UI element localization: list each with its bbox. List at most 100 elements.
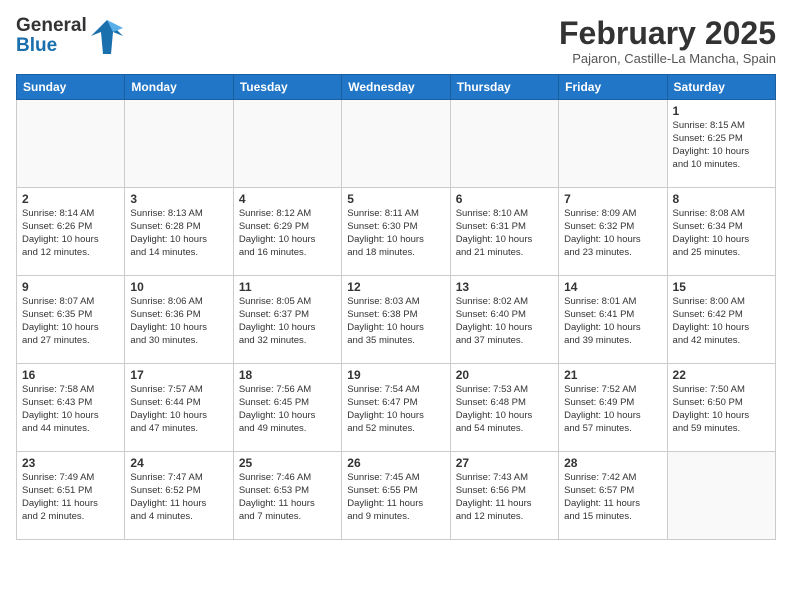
day-cell-1-2: 4 Sunrise: 8:12 AMSunset: 6:29 PMDaylight… [233,188,341,276]
day-info: Sunrise: 8:14 AMSunset: 6:26 PMDaylight:… [22,208,119,259]
day-info: Sunrise: 7:42 AMSunset: 6:57 PMDaylight:… [564,472,661,523]
col-monday: Monday [125,75,233,100]
day-number: 5 [347,192,444,206]
day-cell-1-5: 7 Sunrise: 8:09 AMSunset: 6:32 PMDaylight… [559,188,667,276]
day-number: 25 [239,456,336,470]
day-number: 27 [456,456,553,470]
day-cell-3-5: 21Sunrise: 7:52 AMSunset: 6:49 PMDayligh… [559,364,667,452]
col-thursday: Thursday [450,75,558,100]
day-number: 14 [564,280,661,294]
day-cell-0-4 [450,100,558,188]
day-number: 10 [130,280,227,294]
day-cell-0-5 [559,100,667,188]
day-cell-3-2: 18 Sunrise: 7:56 AMSunset: 6:45 PMDayligh… [233,364,341,452]
day-number: 23 [22,456,119,470]
day-info: Sunrise: 7:47 AMSunset: 6:52 PMDaylight:… [130,472,227,523]
day-info: Sunrise: 8:06 AMSunset: 6:36 PMDaylight:… [130,296,227,347]
day-number: 1 [673,104,770,118]
day-info: Sunrise: 7:43 AMSunset: 6:56 PMDaylight:… [456,472,553,523]
day-cell-0-1 [125,100,233,188]
day-cell-3-4: 20 Sunrise: 7:53 AMSunset: 6:48 PMDayligh… [450,364,558,452]
day-cell-2-5: 14 Sunrise: 8:01 AMSunset: 6:41 PMDayligh… [559,276,667,364]
day-info: Sunrise: 8:02 AMSunset: 6:40 PMDaylight:… [456,296,553,347]
day-cell-0-2 [233,100,341,188]
day-number: 2 [22,192,119,206]
day-info: Sunrise: 8:01 AMSunset: 6:41 PMDaylight:… [564,296,661,347]
day-number: 9 [22,280,119,294]
day-info: Sunrise: 7:45 AMSunset: 6:55 PMDaylight:… [347,472,444,523]
day-info: Sunrise: 7:54 AMSunset: 6:47 PMDaylight:… [347,384,444,435]
week-row-3: 16 Sunrise: 7:58 AMSunset: 6:43 PMDayligh… [17,364,776,452]
day-number: 7 [564,192,661,206]
col-sunday: Sunday [17,75,125,100]
day-cell-4-4: 27 Sunrise: 7:43 AMSunset: 6:56 PMDayligh… [450,452,558,540]
day-number: 24 [130,456,227,470]
header: General Blue February 2025 Pajaron, Cast… [16,16,776,66]
col-friday: Friday [559,75,667,100]
logo-blue: Blue [16,36,87,56]
week-row-2: 9 Sunrise: 8:07 AMSunset: 6:35 PMDaylight… [17,276,776,364]
day-cell-4-1: 24 Sunrise: 7:47 AMSunset: 6:52 PMDayligh… [125,452,233,540]
day-number: 4 [239,192,336,206]
day-cell-4-5: 28 Sunrise: 7:42 AMSunset: 6:57 PMDayligh… [559,452,667,540]
col-saturday: Saturday [667,75,775,100]
day-info: Sunrise: 8:12 AMSunset: 6:29 PMDaylight:… [239,208,336,259]
day-number: 17 [130,368,227,382]
day-info: Sunrise: 8:09 AMSunset: 6:32 PMDaylight:… [564,208,661,259]
week-row-1: 2 Sunrise: 8:14 AMSunset: 6:26 PMDaylight… [17,188,776,276]
day-cell-1-0: 2 Sunrise: 8:14 AMSunset: 6:26 PMDaylight… [17,188,125,276]
day-cell-3-1: 17 Sunrise: 7:57 AMSunset: 6:44 PMDayligh… [125,364,233,452]
day-cell-2-2: 11Sunrise: 8:05 AMSunset: 6:37 PMDayligh… [233,276,341,364]
day-cell-3-3: 19 Sunrise: 7:54 AMSunset: 6:47 PMDayligh… [342,364,450,452]
week-row-4: 23 Sunrise: 7:49 AMSunset: 6:51 PMDayligh… [17,452,776,540]
day-number: 19 [347,368,444,382]
day-number: 13 [456,280,553,294]
day-info: Sunrise: 7:56 AMSunset: 6:45 PMDaylight:… [239,384,336,435]
col-tuesday: Tuesday [233,75,341,100]
day-cell-4-0: 23 Sunrise: 7:49 AMSunset: 6:51 PMDayligh… [17,452,125,540]
calendar-header-row: Sunday Monday Tuesday Wednesday Thursday… [17,75,776,100]
day-info: Sunrise: 8:10 AMSunset: 6:31 PMDaylight:… [456,208,553,259]
logo: General Blue [16,16,106,56]
day-cell-4-6 [667,452,775,540]
day-info: Sunrise: 7:46 AMSunset: 6:53 PMDaylight:… [239,472,336,523]
calendar-table: Sunday Monday Tuesday Wednesday Thursday… [16,74,776,540]
day-info: Sunrise: 7:58 AMSunset: 6:43 PMDaylight:… [22,384,119,435]
day-cell-2-3: 12 Sunrise: 8:03 AMSunset: 6:38 PMDayligh… [342,276,450,364]
day-cell-4-3: 26 Sunrise: 7:45 AMSunset: 6:55 PMDayligh… [342,452,450,540]
logo-general: General [16,16,87,36]
day-cell-4-2: 25 Sunrise: 7:46 AMSunset: 6:53 PMDayligh… [233,452,341,540]
day-number: 20 [456,368,553,382]
title-block: February 2025 Pajaron, Castille-La Manch… [559,16,776,66]
day-number: 26 [347,456,444,470]
logo-bird-icon [91,18,123,54]
day-cell-1-4: 6Sunrise: 8:10 AMSunset: 6:31 PMDaylight… [450,188,558,276]
day-info: Sunrise: 8:03 AMSunset: 6:38 PMDaylight:… [347,296,444,347]
day-number: 28 [564,456,661,470]
day-number: 18 [239,368,336,382]
day-number: 3 [130,192,227,206]
day-cell-2-1: 10 Sunrise: 8:06 AMSunset: 6:36 PMDayligh… [125,276,233,364]
day-cell-2-6: 15 Sunrise: 8:00 AMSunset: 6:42 PMDayligh… [667,276,775,364]
day-number: 12 [347,280,444,294]
day-number: 15 [673,280,770,294]
location: Pajaron, Castille-La Mancha, Spain [559,51,776,66]
day-cell-1-6: 8 Sunrise: 8:08 AMSunset: 6:34 PMDaylight… [667,188,775,276]
day-info: Sunrise: 7:52 AMSunset: 6:49 PMDaylight:… [564,384,661,435]
day-info: Sunrise: 7:50 AMSunset: 6:50 PMDaylight:… [673,384,770,435]
day-info: Sunrise: 7:53 AMSunset: 6:48 PMDaylight:… [456,384,553,435]
day-number: 8 [673,192,770,206]
day-info: Sunrise: 8:00 AMSunset: 6:42 PMDaylight:… [673,296,770,347]
day-info: Sunrise: 7:49 AMSunset: 6:51 PMDaylight:… [22,472,119,523]
day-cell-0-6: 1Sunrise: 8:15 AMSunset: 6:25 PMDaylight… [667,100,775,188]
day-info: Sunrise: 8:11 AMSunset: 6:30 PMDaylight:… [347,208,444,259]
day-number: 16 [22,368,119,382]
page: General Blue February 2025 Pajaron, Cast… [0,0,792,550]
day-info: Sunrise: 8:08 AMSunset: 6:34 PMDaylight:… [673,208,770,259]
day-info: Sunrise: 8:07 AMSunset: 6:35 PMDaylight:… [22,296,119,347]
day-info: Sunrise: 7:57 AMSunset: 6:44 PMDaylight:… [130,384,227,435]
day-cell-1-3: 5 Sunrise: 8:11 AMSunset: 6:30 PMDaylight… [342,188,450,276]
day-info: Sunrise: 8:05 AMSunset: 6:37 PMDaylight:… [239,296,336,347]
month-title: February 2025 [559,16,776,51]
day-cell-3-0: 16 Sunrise: 7:58 AMSunset: 6:43 PMDayligh… [17,364,125,452]
